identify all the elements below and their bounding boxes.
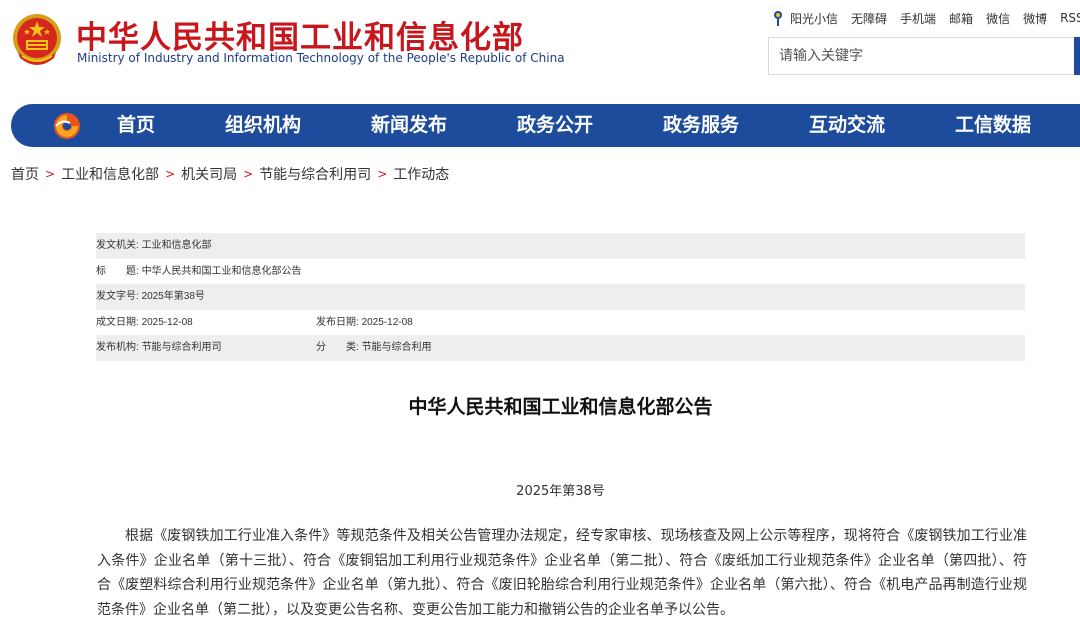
meta-row-dates: 成文日期: 2025-12-08 发布日期: 2025-12-08 <box>96 310 1025 336</box>
main-nav: 首页 组织机构 新闻发布 政务公开 政务服务 互动交流 工信数据 <box>11 104 1080 147</box>
nav-item-news[interactable]: 新闻发布 <box>371 104 447 147</box>
meta-label-doc-no: 发文字号: <box>96 291 139 303</box>
top-link-sunshine[interactable]: 阳光小信 <box>790 10 838 27</box>
meta-value-issuer: 工业和信息化部 <box>141 240 212 251</box>
site-subtitle: Ministry of Industry and Information Tec… <box>77 51 565 65</box>
search-box <box>768 37 1080 75</box>
breadcrumb-energy-dept[interactable]: 节能与综合利用司 <box>259 164 371 184</box>
breadcrumb-departments[interactable]: 机关司局 <box>181 164 237 184</box>
breadcrumb-home[interactable]: 首页 <box>11 164 39 184</box>
article-number: 2025年第38号 <box>516 484 605 499</box>
meta-value-published: 2025-12-08 <box>361 316 413 328</box>
chevron-right-icon: > <box>165 167 176 181</box>
article-title: 中华人民共和国工业和信息化部公告 <box>408 396 713 418</box>
sunshine-mascot-icon[interactable] <box>770 9 786 27</box>
breadcrumb: 首页 > 工业和信息化部 > 机关司局 > 节能与综合利用司 > 工作动态 <box>11 164 449 184</box>
search-button[interactable] <box>1074 37 1080 75</box>
meta-value-doc-no: 2025年第38号 <box>141 291 205 303</box>
top-link-mobile[interactable]: 手机端 <box>900 10 936 27</box>
meta-row-issuer: 发文机关: 工业和信息化部 <box>96 233 1025 259</box>
top-link-mail[interactable]: 邮箱 <box>949 10 973 27</box>
meta-label-created: 成文日期: <box>96 316 139 328</box>
meta-row-org: 发布机构: 节能与综合利用司 分 类: 节能与综合利用 <box>96 335 1025 361</box>
ministry-logo-icon[interactable] <box>52 111 82 141</box>
meta-label-published: 发布日期: <box>316 316 359 328</box>
meta-row-doc-no: 发文字号: 2025年第38号 <box>96 284 1025 310</box>
nav-item-interaction[interactable]: 互动交流 <box>809 104 885 147</box>
breadcrumb-work-news[interactable]: 工作动态 <box>393 164 449 184</box>
meta-label-issuer: 发文机关: <box>96 240 139 251</box>
national-emblem-icon <box>13 14 61 65</box>
meta-value-category: 节能与综合利用 <box>361 342 432 354</box>
chevron-right-icon: > <box>243 167 254 181</box>
breadcrumb-ministry[interactable]: 工业和信息化部 <box>61 164 159 184</box>
meta-value-title: 中华人民共和国工业和信息化部公告 <box>141 265 302 277</box>
site-header: 中华人民共和国工业和信息化部 Ministry of Industry and … <box>0 0 1080 100</box>
top-link-wechat[interactable]: 微信 <box>986 10 1010 27</box>
nav-item-gov-affairs-public[interactable]: 政务公开 <box>517 104 593 147</box>
meta-label-title: 标 题: <box>96 265 139 277</box>
article-body: 根据《废钢铁加工行业准入条件》等规范条件及相关公告管理办法规定，经专家审核、现场… <box>97 528 1027 618</box>
search-input[interactable] <box>769 38 1069 74</box>
nav-item-organization[interactable]: 组织机构 <box>225 104 301 147</box>
meta-value-created: 2025-12-08 <box>141 316 193 328</box>
meta-row-title: 标 题: 中华人民共和国工业和信息化部公告 <box>96 259 1025 285</box>
top-links: 阳光小信 无障碍 手机端 邮箱 微信 微博 RSS <box>770 8 1080 28</box>
nav-item-gov-services[interactable]: 政务服务 <box>663 104 739 147</box>
document-meta-table: 发文机关: 工业和信息化部 标 题: 中华人民共和国工业和信息化部公告 发文字号… <box>96 233 1025 361</box>
top-link-accessibility[interactable]: 无障碍 <box>851 10 887 27</box>
meta-value-org: 节能与综合利用司 <box>141 342 222 354</box>
nav-item-data[interactable]: 工信数据 <box>955 104 1031 147</box>
top-link-weibo[interactable]: 微博 <box>1023 10 1047 27</box>
meta-label-category: 分 类: <box>316 342 359 354</box>
nav-item-home[interactable]: 首页 <box>117 104 155 147</box>
meta-label-org: 发布机构: <box>96 342 139 354</box>
top-link-rss[interactable]: RSS <box>1060 11 1080 25</box>
chevron-right-icon: > <box>377 167 388 181</box>
chevron-right-icon: > <box>45 167 56 181</box>
